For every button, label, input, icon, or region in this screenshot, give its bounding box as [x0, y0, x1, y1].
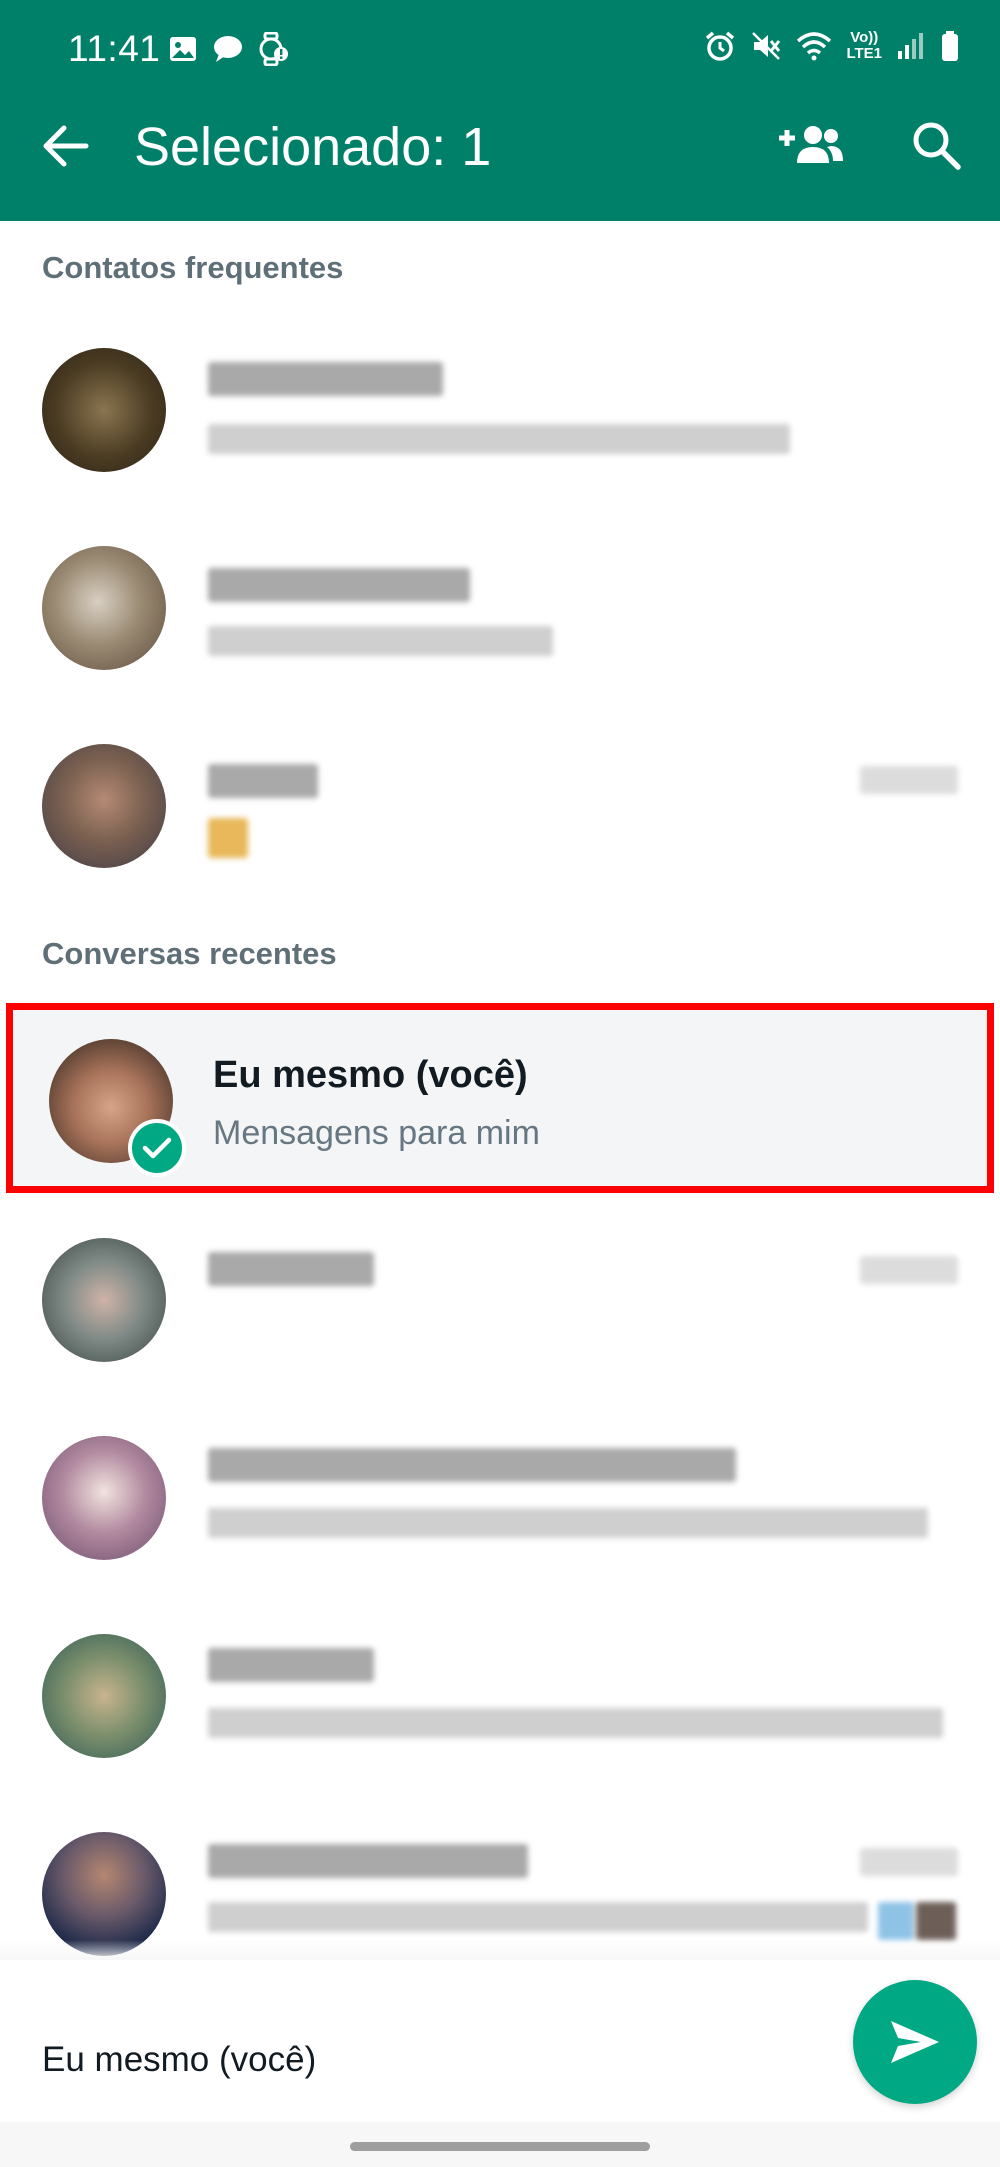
wifi-icon: [797, 32, 832, 61]
chat-bubble-icon: [214, 36, 242, 62]
contact-row[interactable]: [0, 310, 1000, 508]
alarm-icon: [706, 31, 735, 61]
network-type-indicator: Vo)) LTE1: [846, 30, 882, 62]
contact-row[interactable]: [0, 1596, 1000, 1794]
blurred-contact-name: [208, 1844, 528, 1878]
gallery-icon: [170, 37, 196, 61]
signal-icon: [898, 33, 923, 59]
selected-contact-row[interactable]: Eu mesmo (você) Mensagens para mim: [6, 1003, 994, 1193]
contact-status: Mensagens para mim: [213, 1114, 540, 1152]
blurred-contact-name: [208, 1252, 374, 1286]
selected-contacts-text: Eu mesmo (você): [42, 2040, 317, 2079]
blurred-contact-status: [208, 1508, 928, 1538]
avatar: [42, 1634, 166, 1758]
blurred-contact-name: [208, 1648, 374, 1682]
contact-row[interactable]: [0, 1398, 1000, 1596]
arrow-left-icon: [43, 125, 89, 167]
blurred-contact-status: [208, 1708, 943, 1738]
section-header-frequent: Contatos frequentes: [42, 250, 344, 285]
page-title: Selecionado: 1: [134, 117, 492, 177]
blurred-contact-name: [208, 362, 443, 396]
send-button[interactable]: [853, 1980, 977, 2104]
bottom-divider: [0, 1940, 1000, 1962]
blurred-media-thumb: [916, 1902, 956, 1940]
status-right-icons: Vo)) LTE1: [704, 30, 960, 62]
section-header-recent: Conversas recentes: [42, 936, 337, 971]
status-left-icons: [168, 32, 288, 66]
add-contact-icon: [779, 126, 843, 163]
selected-check-badge: [128, 1119, 186, 1177]
check-icon: [142, 1137, 172, 1159]
contact-row[interactable]: [0, 1200, 1000, 1398]
blurred-contact-status: [208, 626, 553, 656]
avatar: [42, 1238, 166, 1362]
status-time: 11:41: [68, 28, 161, 69]
search-icon: [913, 122, 961, 170]
blurred-contact-status: [208, 424, 790, 454]
watch-alert-icon: [259, 32, 288, 66]
app-bar: Selecionado: 1: [0, 96, 1000, 221]
add-contact-button[interactable]: [774, 114, 846, 176]
blurred-contact-name: [208, 1448, 736, 1482]
send-icon: [891, 2021, 939, 2063]
blurred-contact-name: [208, 764, 318, 798]
blurred-contact-status: [208, 818, 248, 858]
blurred-timestamp: [860, 1256, 958, 1284]
battery-icon: [942, 31, 958, 61]
contact-row[interactable]: [0, 508, 1000, 706]
home-gesture-handle[interactable]: [350, 2142, 650, 2151]
avatar: [42, 1436, 166, 1560]
status-bar: 11:41 Vo)) LTE1: [0, 0, 1000, 96]
network-lte-label: LTE1: [846, 45, 882, 62]
blurred-timestamp: [860, 1848, 958, 1876]
blurred-timestamp: [860, 766, 958, 794]
mute-icon: [752, 32, 781, 60]
app-header: 11:41 Vo)) LTE1 Selecionado: 1: [0, 0, 1000, 221]
blurred-media-thumb: [878, 1902, 914, 1940]
back-button[interactable]: [38, 118, 94, 174]
blurred-contact-status: [208, 1902, 868, 1932]
contact-name: Eu mesmo (você): [213, 1054, 528, 1096]
contact-row[interactable]: [0, 706, 1000, 904]
avatar: [42, 1832, 166, 1956]
avatar: [42, 546, 166, 670]
search-button[interactable]: [905, 114, 967, 176]
avatar: [42, 744, 166, 868]
blurred-contact-name: [208, 568, 470, 602]
avatar: [42, 348, 166, 472]
network-volte-label: Vo)): [850, 29, 879, 46]
